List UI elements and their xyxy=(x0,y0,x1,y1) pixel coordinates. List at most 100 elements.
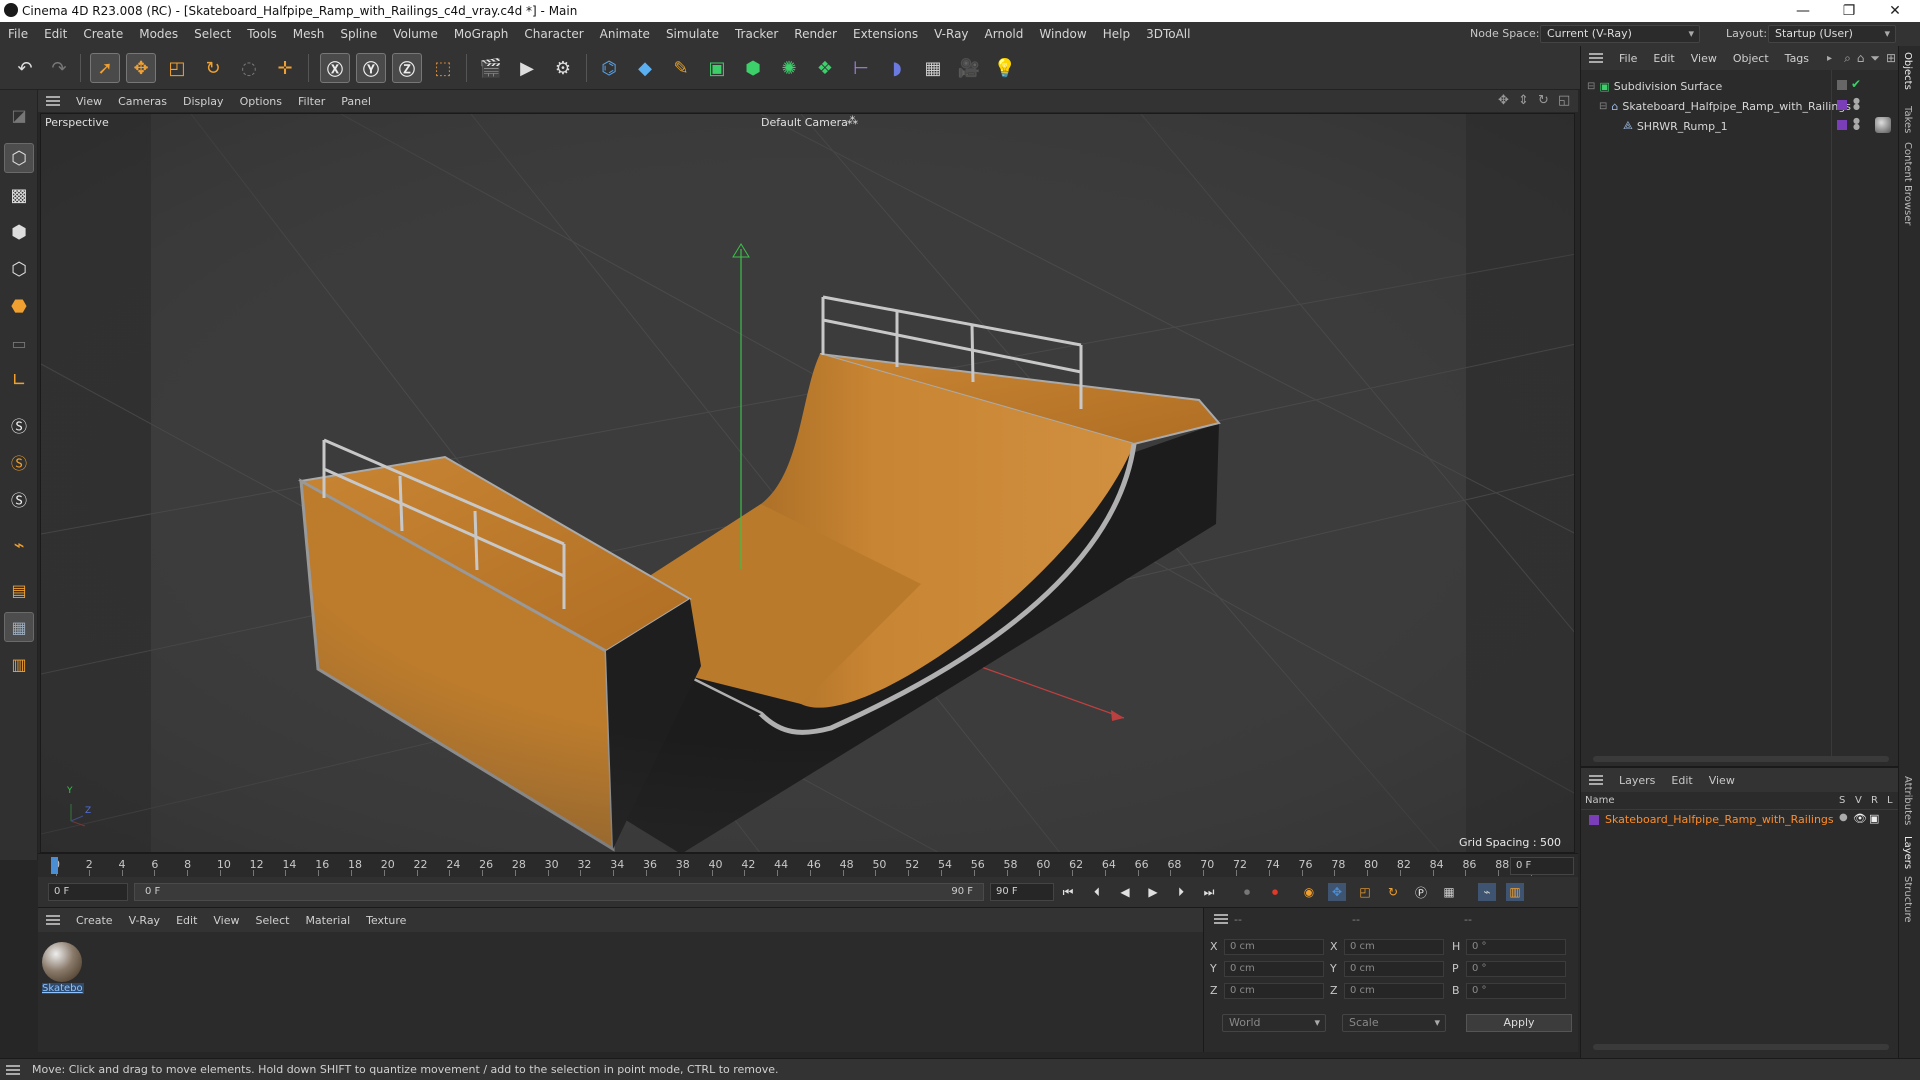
object-row-skateboard[interactable]: ⊟ ⌂ Skateboard_Halfpipe_Ramp_with_Railin… xyxy=(1581,96,1899,116)
size-x-field[interactable]: 0 cm xyxy=(1344,939,1444,955)
x-axis-icon[interactable]: Ⓧ xyxy=(320,53,350,83)
tab-layers[interactable]: Layers xyxy=(1902,836,1913,869)
select-icon[interactable]: ➚ xyxy=(90,53,120,83)
material-swatch[interactable]: Skatebo xyxy=(42,942,84,998)
make-editable-icon[interactable]: ◪ xyxy=(4,100,34,130)
locked-workplane-icon[interactable]: ▥ xyxy=(4,649,34,679)
snap-icon[interactable]: Ⓢ xyxy=(4,410,34,440)
cloner-icon[interactable]: ✺ xyxy=(774,53,804,83)
floor-icon[interactable]: ▦ xyxy=(918,53,948,83)
material-menu-select[interactable]: Select xyxy=(248,914,298,927)
object-menu-file[interactable]: File xyxy=(1611,52,1645,65)
minimize-button[interactable]: — xyxy=(1780,0,1826,22)
visibility-dots-icon[interactable]: ● ● xyxy=(1853,117,1860,131)
menu-volume[interactable]: Volume xyxy=(385,27,446,41)
home-icon[interactable]: ⌂ xyxy=(1857,51,1865,65)
pos-x-field[interactable]: 0 cm xyxy=(1224,939,1324,955)
viewport-rotate-icon[interactable]: ↻ xyxy=(1538,93,1549,108)
layout-dropdown[interactable]: Startup (User) xyxy=(1768,25,1896,43)
pen-icon[interactable]: ✎ xyxy=(666,53,696,83)
menu-simulate[interactable]: Simulate xyxy=(658,27,727,41)
layer-hscrollbar[interactable] xyxy=(1593,1044,1889,1050)
object-menu-object[interactable]: Object xyxy=(1725,52,1777,65)
move-icon[interactable]: ✥ xyxy=(126,53,156,83)
viewport-hamburger-icon[interactable] xyxy=(46,96,60,106)
go-to-end-icon[interactable]: ⏭ xyxy=(1200,883,1218,901)
menu-mograph[interactable]: MoGraph xyxy=(446,27,517,41)
filter-icon[interactable]: ⏷ xyxy=(1870,51,1880,66)
object-row-subdivision[interactable]: ⊟ ▣ Subdivision Surface ✔ xyxy=(1581,76,1899,96)
more-arrow-icon[interactable]: ▸ xyxy=(1827,53,1832,64)
axis-mode-icon[interactable]: ∟ xyxy=(4,365,34,395)
viewport-menu-cameras[interactable]: Cameras xyxy=(110,95,175,108)
menu-edit[interactable]: Edit xyxy=(36,27,75,41)
snap-3d-icon[interactable]: Ⓢ xyxy=(4,484,34,514)
node-space-dropdown[interactable]: Current (V-Ray) xyxy=(1540,25,1700,43)
key-rotation-icon[interactable]: ↻ xyxy=(1384,883,1402,901)
layer-solo-icon[interactable]: ● xyxy=(1839,812,1848,823)
layer-color-swatch[interactable] xyxy=(1589,815,1599,825)
menu-arnold[interactable]: Arnold xyxy=(977,27,1032,41)
tree-collapse-icon[interactable]: ⊟ xyxy=(1587,81,1595,92)
coord-system-icon[interactable]: ⬚ xyxy=(428,53,458,83)
texture-mode-icon[interactable]: ▩ xyxy=(4,180,34,210)
points-mode-icon[interactable]: ⬢ xyxy=(4,217,34,247)
visibility-dots-icon[interactable]: ● ● xyxy=(1853,97,1860,111)
key-position-icon[interactable]: ✥ xyxy=(1328,883,1346,901)
z-axis-icon[interactable]: Ⓩ xyxy=(392,53,422,83)
python-icon[interactable]: ⌬ xyxy=(594,53,624,83)
redo-icon[interactable]: ↷ xyxy=(44,53,74,83)
camera-label[interactable]: Default Camera xyxy=(761,116,848,129)
rotate-icon[interactable]: ↻ xyxy=(198,53,228,83)
pos-z-field[interactable]: 0 cm xyxy=(1224,983,1324,999)
key-pla-icon[interactable]: ▦ xyxy=(1440,883,1458,901)
viewport-menu-options[interactable]: Options xyxy=(232,95,290,108)
search-icon[interactable]: ⌕ xyxy=(1844,51,1851,66)
rot-b-field[interactable]: 0 ° xyxy=(1466,983,1566,999)
object-hamburger-icon[interactable] xyxy=(1589,53,1603,63)
enabled-check-icon[interactable]: ✔ xyxy=(1851,77,1861,91)
new-window-icon[interactable]: ⊞ xyxy=(1886,51,1896,65)
coord-hamburger-icon[interactable] xyxy=(1214,914,1228,924)
camera-icon[interactable]: 🎥 xyxy=(954,53,984,83)
keyframe-selection-icon[interactable]: ◉ xyxy=(1300,883,1318,901)
timeline-window-icon[interactable]: ▥ xyxy=(1506,883,1524,901)
end-frame-field[interactable]: 90 F xyxy=(990,883,1054,901)
material-menu-vray[interactable]: V-Ray xyxy=(121,914,169,927)
edges-mode-icon[interactable]: ⬡ xyxy=(4,254,34,284)
material-menu-material[interactable]: Material xyxy=(297,914,358,927)
layer-render-icon[interactable]: ▣ xyxy=(1869,812,1879,825)
material-menu-view[interactable]: View xyxy=(205,914,247,927)
material-tag-icon[interactable] xyxy=(1875,117,1891,133)
array-icon[interactable]: ❖ xyxy=(810,53,840,83)
rot-h-field[interactable]: 0 ° xyxy=(1466,939,1566,955)
current-frame-field[interactable]: 0 F xyxy=(1510,857,1574,875)
menu-extensions[interactable]: Extensions xyxy=(845,27,926,41)
menu-tracker[interactable]: Tracker xyxy=(727,27,786,41)
layer-eye-icon[interactable]: 👁 xyxy=(1853,812,1867,825)
key-scale-icon[interactable]: ◰ xyxy=(1356,883,1374,901)
menu-help[interactable]: Help xyxy=(1095,27,1138,41)
object-menu-edit[interactable]: Edit xyxy=(1645,52,1682,65)
auto-key-icon[interactable]: ⏺ xyxy=(1266,883,1284,901)
playhead[interactable] xyxy=(51,857,58,874)
layer-row[interactable]: Skateboard_Halfpipe_Ramp_with_Railings ●… xyxy=(1581,810,1898,830)
go-to-start-icon[interactable]: ⏮ xyxy=(1059,883,1077,901)
key-parameter-icon[interactable]: Ⓟ xyxy=(1412,883,1430,901)
render-picture-viewer-icon[interactable]: ▶ xyxy=(512,53,542,83)
tab-takes[interactable]: Takes xyxy=(1902,106,1913,133)
menu-tools[interactable]: Tools xyxy=(239,27,285,41)
snap-settings-icon[interactable]: Ⓢ xyxy=(4,447,34,477)
scale-mode-dropdown[interactable]: Scale xyxy=(1342,1014,1446,1032)
menu-animate[interactable]: Animate xyxy=(592,27,658,41)
frame-range-slider[interactable]: 0 F 90 F xyxy=(134,883,984,901)
tree-collapse-icon[interactable]: ⊟ xyxy=(1599,101,1607,112)
start-frame-field[interactable]: 0 F xyxy=(48,883,128,901)
extrude-icon[interactable]: ⬢ xyxy=(738,53,768,83)
transform-icon[interactable]: ✛ xyxy=(270,53,300,83)
step-back-icon[interactable]: ⏴ xyxy=(1088,883,1106,901)
menu-3dtoall[interactable]: 3DToAll xyxy=(1138,27,1198,41)
render-view-icon[interactable]: 🎬 xyxy=(476,53,506,83)
scale-icon[interactable]: ◰ xyxy=(162,53,192,83)
pos-y-field[interactable]: 0 cm xyxy=(1224,961,1324,977)
